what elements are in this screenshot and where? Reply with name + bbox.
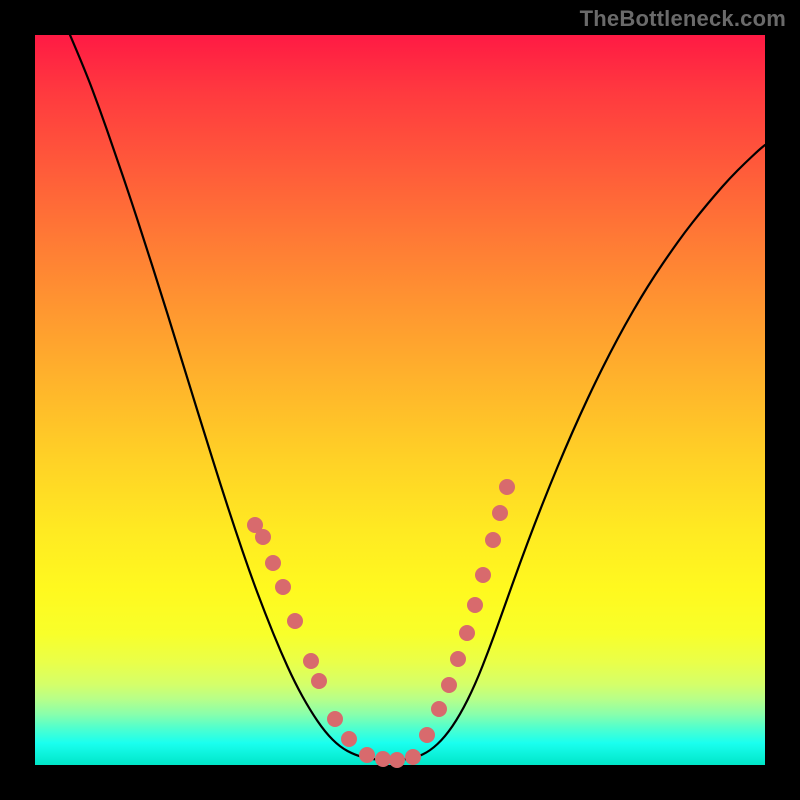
curve-svg <box>35 35 765 765</box>
dot-left <box>341 731 357 747</box>
watermark-text: TheBottleneck.com <box>580 6 786 32</box>
dot-left <box>255 529 271 545</box>
dot-left <box>327 711 343 727</box>
dot-left <box>311 673 327 689</box>
dot-bottom <box>405 749 421 765</box>
dot-bottom <box>389 752 405 768</box>
dot-left <box>265 555 281 571</box>
dot-right <box>419 727 435 743</box>
dot-right <box>459 625 475 641</box>
dot-left <box>275 579 291 595</box>
dot-right <box>441 677 457 693</box>
dot-right <box>499 479 515 495</box>
dot-right <box>467 597 483 613</box>
dot-right <box>431 701 447 717</box>
dot-left <box>287 613 303 629</box>
plot-area <box>35 35 765 765</box>
curve-path <box>70 35 765 760</box>
chart-container: TheBottleneck.com <box>0 0 800 800</box>
dot-bottom <box>359 747 375 763</box>
dot-right <box>475 567 491 583</box>
dot-left <box>303 653 319 669</box>
dot-right <box>450 651 466 667</box>
dot-right <box>492 505 508 521</box>
dot-right <box>485 532 501 548</box>
